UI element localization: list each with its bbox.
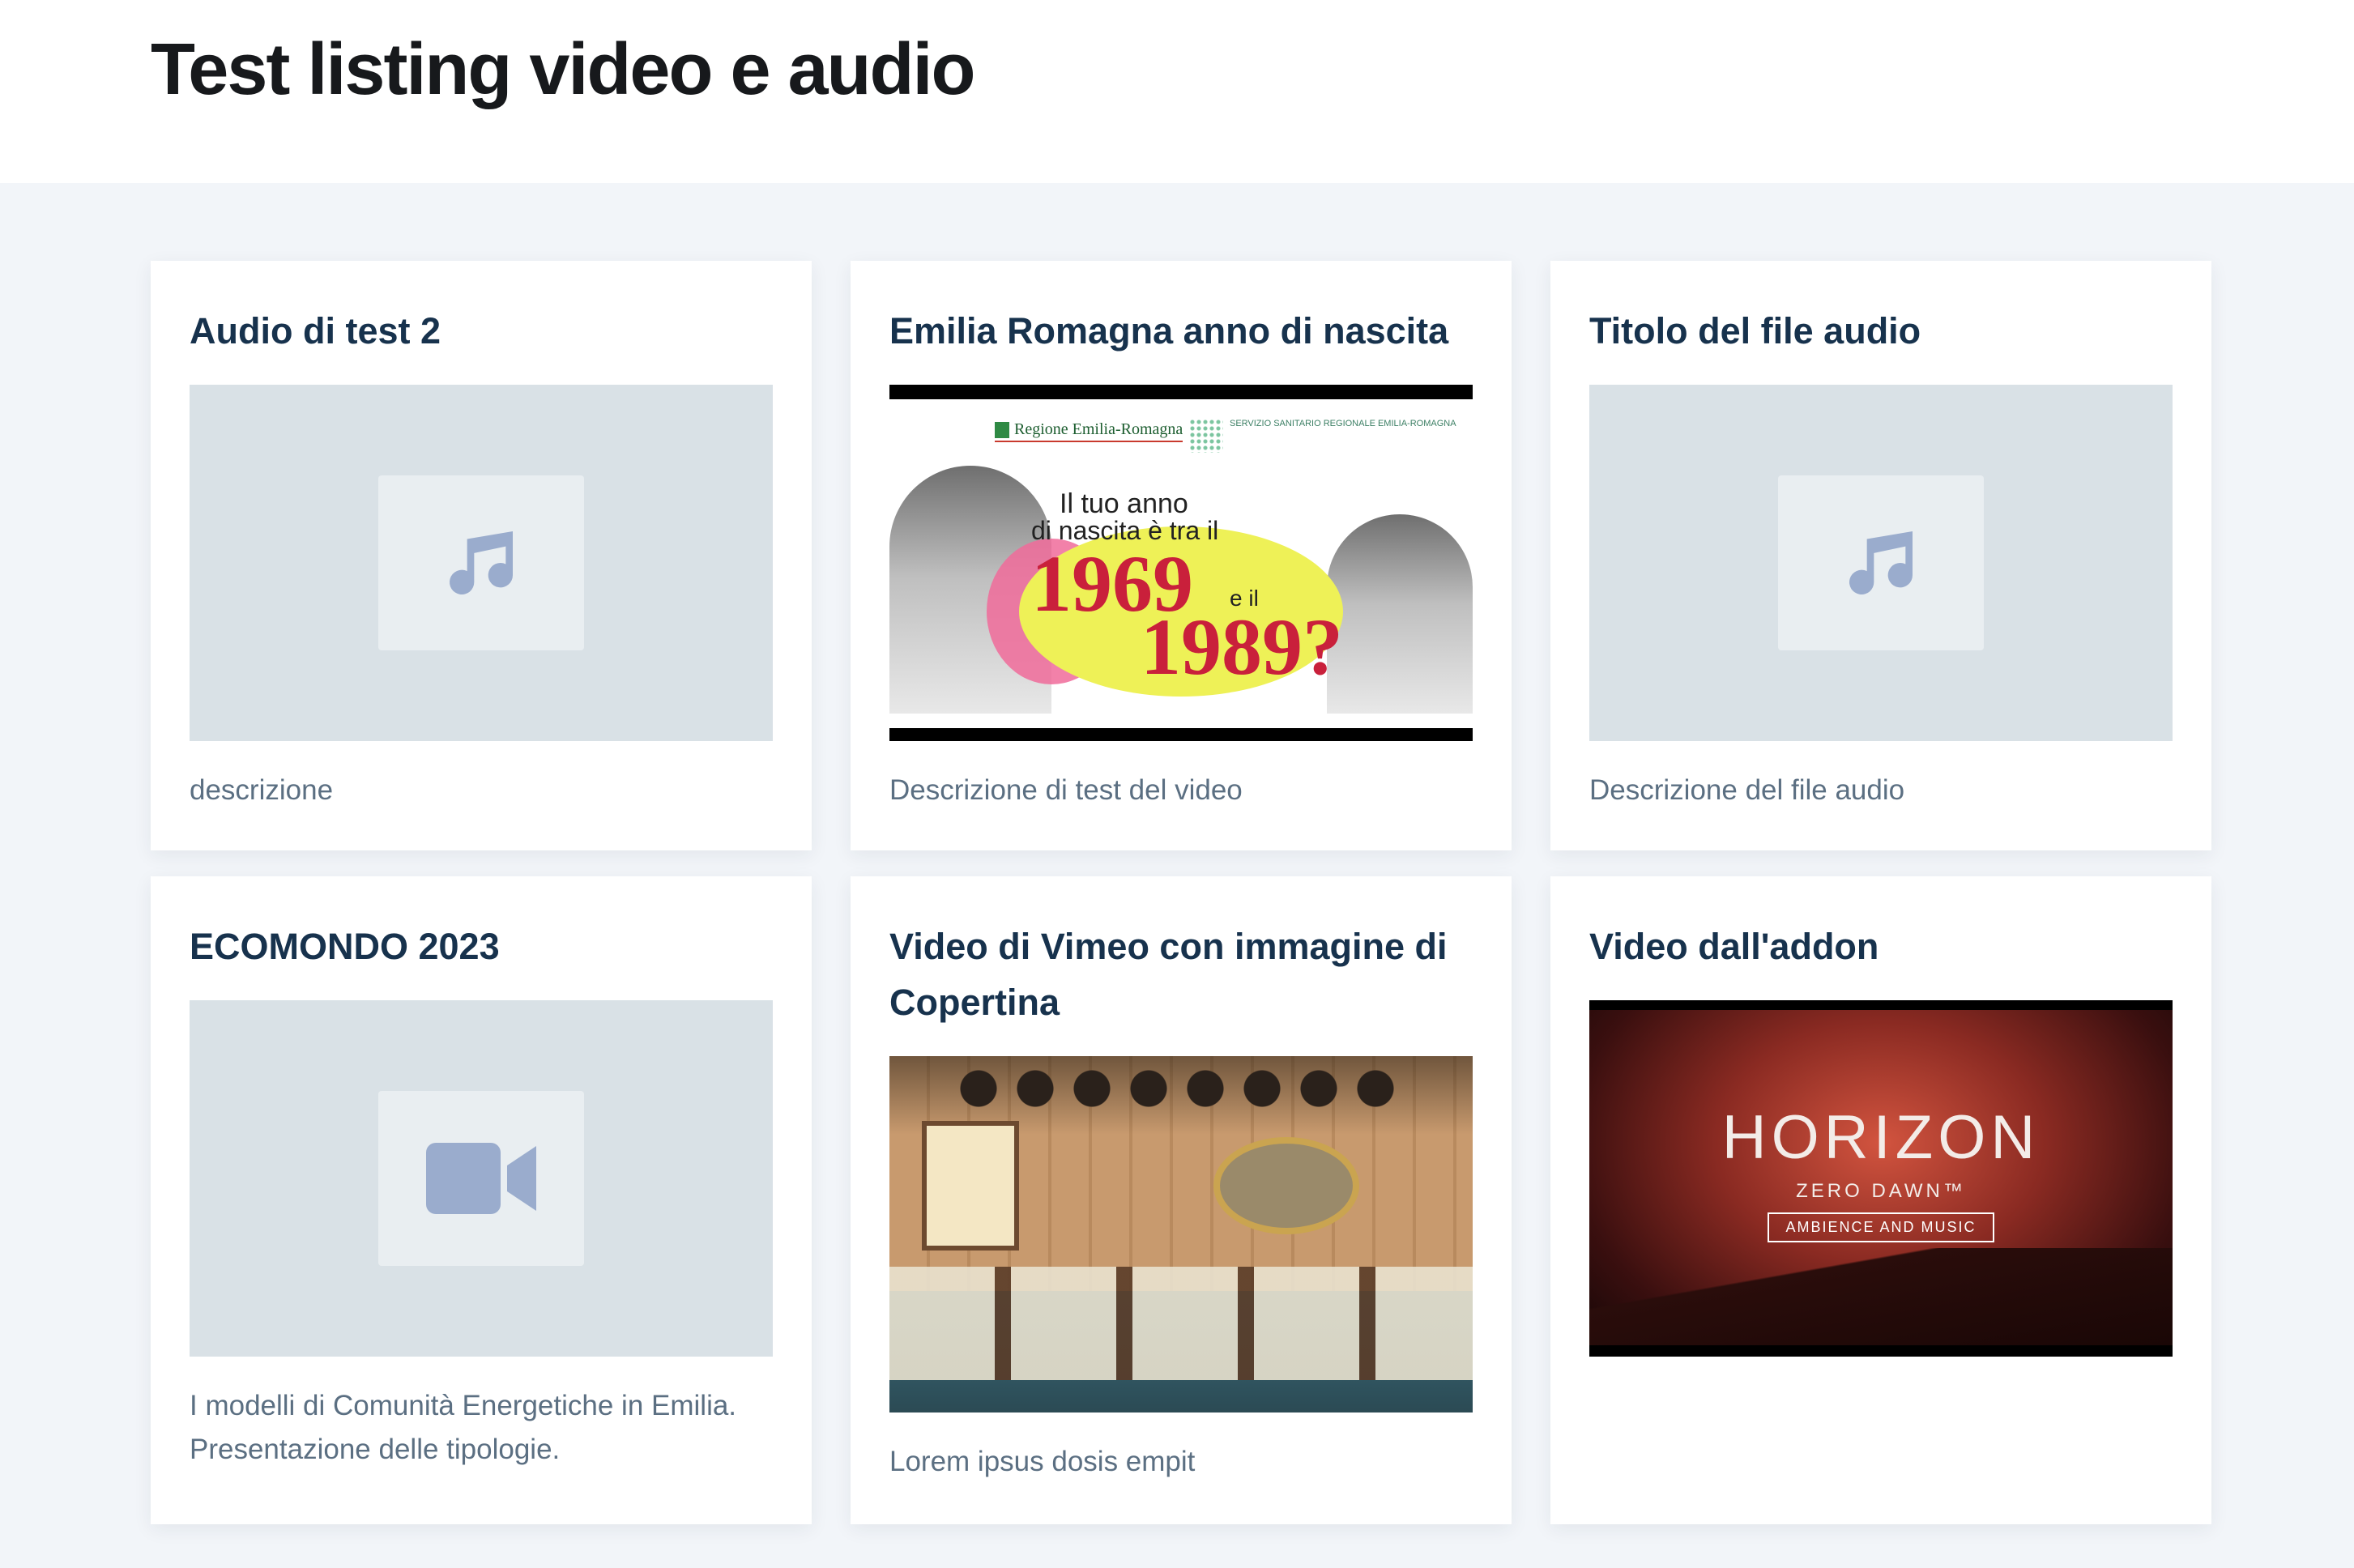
horizon-video-thumbnail[interactable]: HORIZON ZERO DAWN™ AMBIENCE AND MUSIC (1589, 1000, 2173, 1357)
health-service-logo: SERVIZIO SANITARIO REGIONALE EMILIA-ROMA… (1189, 419, 1456, 453)
card-description: descrizione (190, 774, 334, 806)
card-video-dall-addon[interactable]: Video dall'addon HORIZON ZERO DAWN™ AMBI… (1550, 876, 2211, 1524)
icon-box (378, 1091, 584, 1266)
letterbox-bottom (1589, 1345, 2173, 1357)
icon-box (378, 475, 584, 650)
card-description: Lorem ipsus dosis empit (889, 1446, 1196, 1477)
wall-frame (922, 1121, 1019, 1251)
person-right-image (1327, 514, 1473, 714)
card-title[interactable]: Emilia Romagna anno di nascita (889, 303, 1473, 359)
video-camera-icon (426, 1143, 536, 1214)
music-note-icon (450, 531, 513, 595)
card-title[interactable]: Video di Vimeo con immagine di Copertina (889, 918, 1473, 1030)
page-title: Test listing video e audio (151, 29, 976, 110)
audio-placeholder[interactable] (1589, 385, 2173, 741)
card-description: I modelli di Comunità Energetiche in Emi… (190, 1390, 737, 1465)
card-emilia-romagna-anno-di-nascita[interactable]: Emilia Romagna anno di nascita Regione E… (851, 261, 1512, 850)
letterbox-top (889, 385, 1473, 399)
video-placeholder[interactable] (190, 1000, 773, 1357)
thumbnail-subtitle: ZERO DAWN™ (1796, 1180, 1966, 1202)
wall-mirror (1213, 1137, 1359, 1234)
card-audio-di-test-2[interactable]: Audio di test 2 descrizione (151, 261, 812, 850)
restaurant-cover-image[interactable] (889, 1056, 1473, 1412)
mountain-ridge (1589, 1248, 2173, 1345)
card-title[interactable]: ECOMONDO 2023 (190, 918, 773, 974)
region-logo: Regione Emilia-Romagna (995, 420, 1183, 442)
video-thumbnail[interactable]: Regione Emilia-Romagna SERVIZIO SANITARI… (889, 385, 1473, 741)
icon-box (1778, 475, 1984, 650)
card-title[interactable]: Audio di test 2 (190, 303, 773, 359)
letterbox-top (1589, 1000, 2173, 1010)
card-title[interactable]: Titolo del file audio (1589, 303, 2173, 359)
dining-tables (889, 1267, 1473, 1380)
card-grid: Audio di test 2 descrizione Emilia Romag… (151, 261, 2211, 1524)
hanging-pots (954, 1064, 1408, 1113)
year-end: 1989? (1141, 602, 1343, 692)
card-description: Descrizione del file audio (1589, 774, 1905, 806)
card-titolo-del-file-audio[interactable]: Titolo del file audio Descrizione del fi… (1550, 261, 2211, 850)
thumbnail-tagline: AMBIENCE AND MUSIC (1768, 1212, 1994, 1242)
card-description: Descrizione di test del video (889, 774, 1243, 806)
music-note-icon (1849, 531, 1913, 595)
thumbnail-title: HORIZON (1721, 1103, 2041, 1172)
thumbnail-line-1: Il tuo anno (1060, 488, 1188, 519)
card-title[interactable]: Video dall'addon (1589, 918, 2173, 974)
card-video-di-vimeo[interactable]: Video di Vimeo con immagine di Copertina… (851, 876, 1512, 1524)
video-audio-listing: Audio di test 2 descrizione Emilia Romag… (0, 183, 2354, 1568)
page-header: Test listing video e audio (0, 0, 2354, 183)
letterbox-bottom (889, 728, 1473, 741)
audio-placeholder[interactable] (190, 385, 773, 741)
card-ecomondo-2023[interactable]: ECOMONDO 2023 I modelli di Comunità Ener… (151, 876, 812, 1524)
